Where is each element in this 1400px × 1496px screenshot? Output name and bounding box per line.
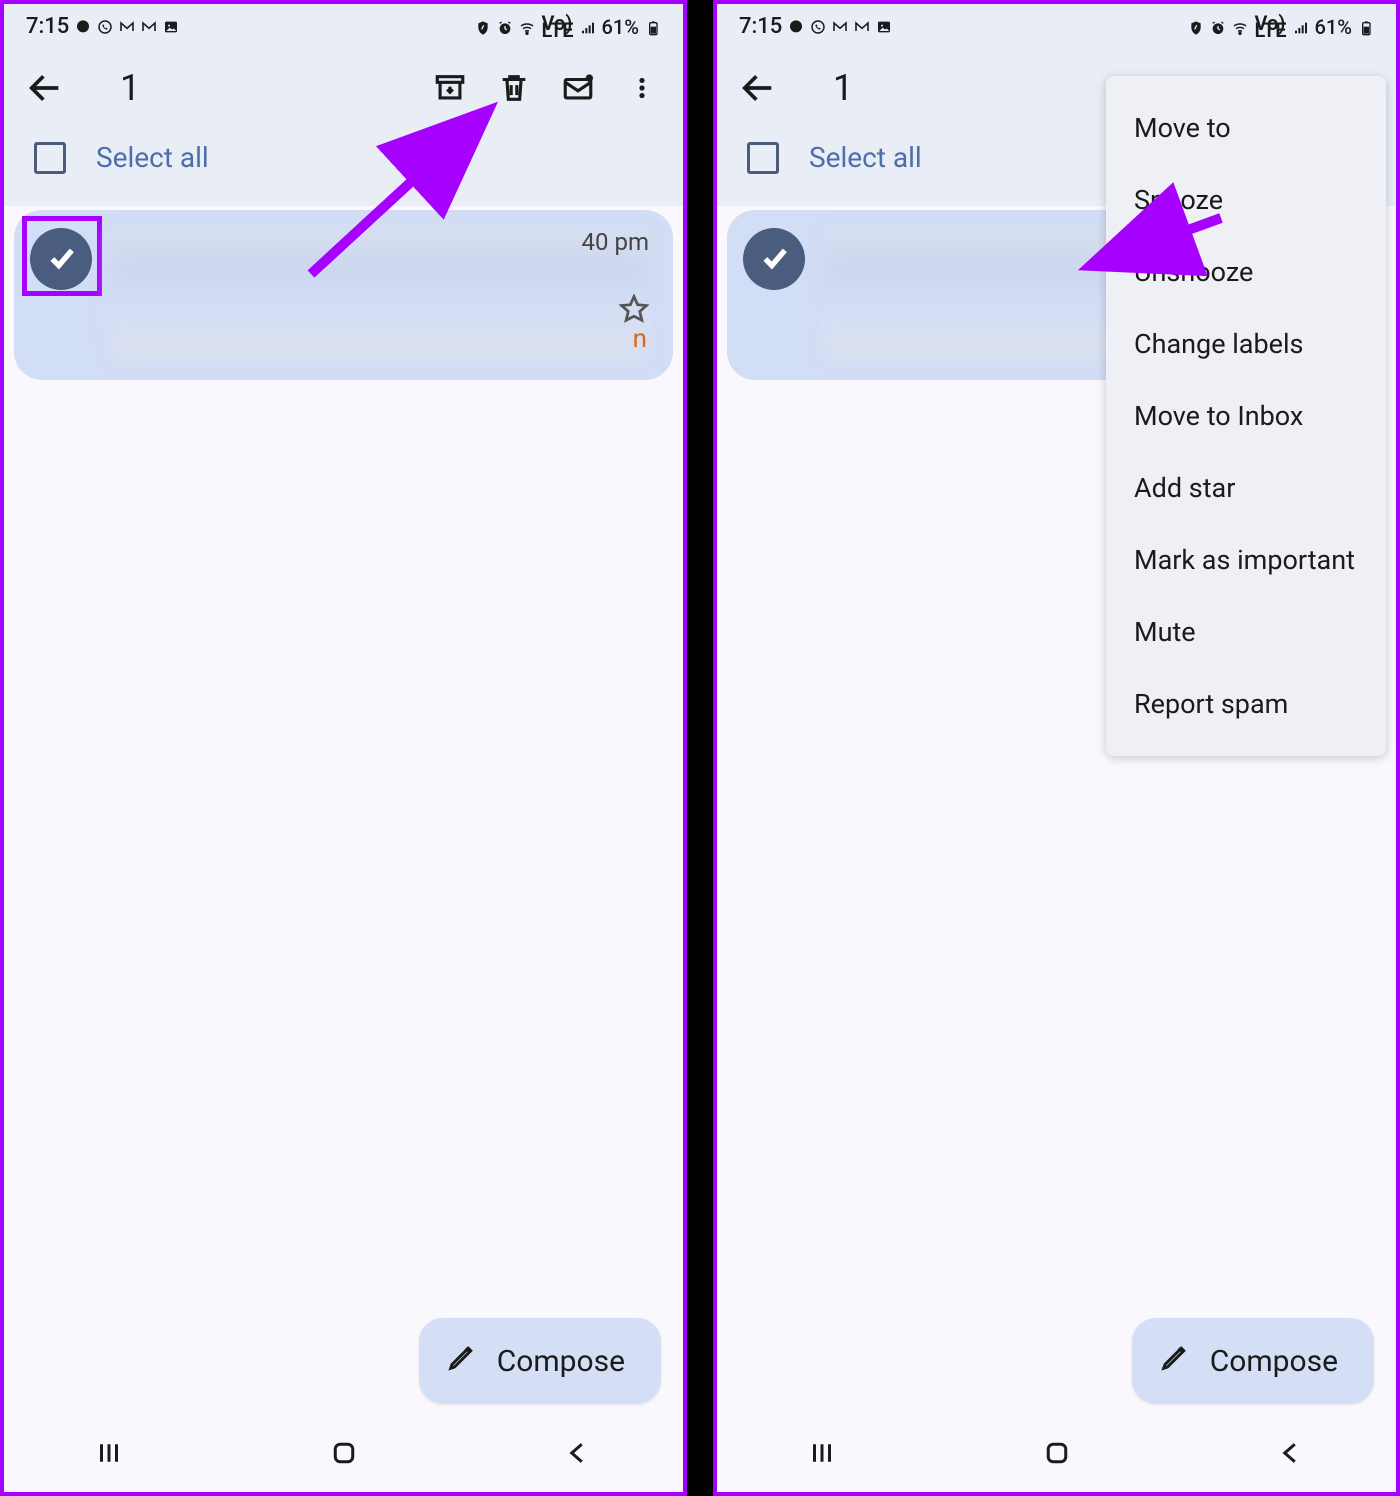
status-time: 7:15 [739,14,782,39]
select-all-label: Select all [96,141,209,174]
annotation-arrow-unsnooze [1091,210,1231,284]
checkbox-empty-icon[interactable] [34,142,66,174]
nav-home-icon[interactable] [329,1438,359,1472]
mark-unread-button[interactable] [553,63,603,113]
checkbox-empty-icon[interactable] [747,142,779,174]
menu-move-to[interactable]: Move to [1106,92,1386,164]
compose-label: Compose [1210,1344,1338,1379]
menu-change-labels[interactable]: Change labels [1106,308,1386,380]
chat-icon [788,17,804,37]
nav-recents-icon[interactable] [94,1438,124,1472]
nav-recents-icon[interactable] [807,1438,837,1472]
volte-icon: Vo)LTE [541,20,573,34]
battery-pct: 61% [602,15,639,39]
annotation-arrow-more [271,104,521,308]
pencil-icon [1160,1342,1190,1380]
menu-add-star[interactable]: Add star [1106,452,1386,524]
back-button[interactable] [733,63,783,113]
chat-icon [75,17,91,37]
status-bar: 7:15 [4,4,683,45]
mail-orange-fragment: n [633,324,647,354]
screenshot-divider [687,0,713,1496]
nav-home-icon[interactable] [1042,1438,1072,1472]
nav-back-icon[interactable] [1276,1438,1306,1472]
compose-label: Compose [497,1344,625,1379]
wifi-icon [1232,15,1248,39]
menu-mute[interactable]: Mute [1106,596,1386,668]
compose-button[interactable]: Compose [419,1318,661,1404]
m-icon-2 [141,17,157,37]
m-icon-1 [832,17,848,37]
m-icon-2 [854,17,870,37]
selection-count: 1 [120,67,411,109]
pencil-icon [447,1342,477,1380]
mail-list: 40 pm n [4,206,683,1414]
wifi-icon [519,15,535,39]
overflow-menu: Move to Snooze Unsnooze Change labels Mo… [1106,76,1386,756]
whatsapp-icon [810,17,826,37]
select-all-label: Select all [809,141,922,174]
phone-left: 7:15 [0,0,687,1496]
whatsapp-icon [97,17,113,37]
mail-time: 40 pm [582,228,649,256]
shield-icon [1188,15,1204,39]
alarm-icon [1210,15,1226,39]
alarm-icon [497,15,513,39]
menu-mark-important[interactable]: Mark as important [1106,524,1386,596]
volte-icon: Vo)LTE [1254,20,1286,34]
nav-back-icon[interactable] [563,1438,593,1472]
menu-report-spam[interactable]: Report spam [1106,668,1386,740]
shield-icon [475,15,491,39]
battery-pct: 61% [1315,15,1352,39]
system-nav-bar [717,1414,1396,1492]
more-button[interactable] [617,63,667,113]
status-bar: 7:15 Vo)LTE 61% [717,4,1396,45]
back-button[interactable] [20,63,70,113]
battery-icon [1358,15,1374,39]
signal-icon [1293,15,1309,39]
phone-right: 7:15 Vo)LTE 61% 1 Select all [713,0,1400,1496]
compose-button[interactable]: Compose [1132,1318,1374,1404]
battery-icon [645,15,661,39]
m-icon-1 [119,17,135,37]
status-time: 7:15 [26,14,69,39]
system-nav-bar [4,1414,683,1492]
annotation-highlight [22,216,102,296]
picture-icon [163,17,179,37]
signal-icon [580,15,596,39]
menu-move-to-inbox[interactable]: Move to Inbox [1106,380,1386,452]
star-icon[interactable] [619,294,649,328]
selected-check-icon[interactable] [743,228,805,290]
picture-icon [876,17,892,37]
